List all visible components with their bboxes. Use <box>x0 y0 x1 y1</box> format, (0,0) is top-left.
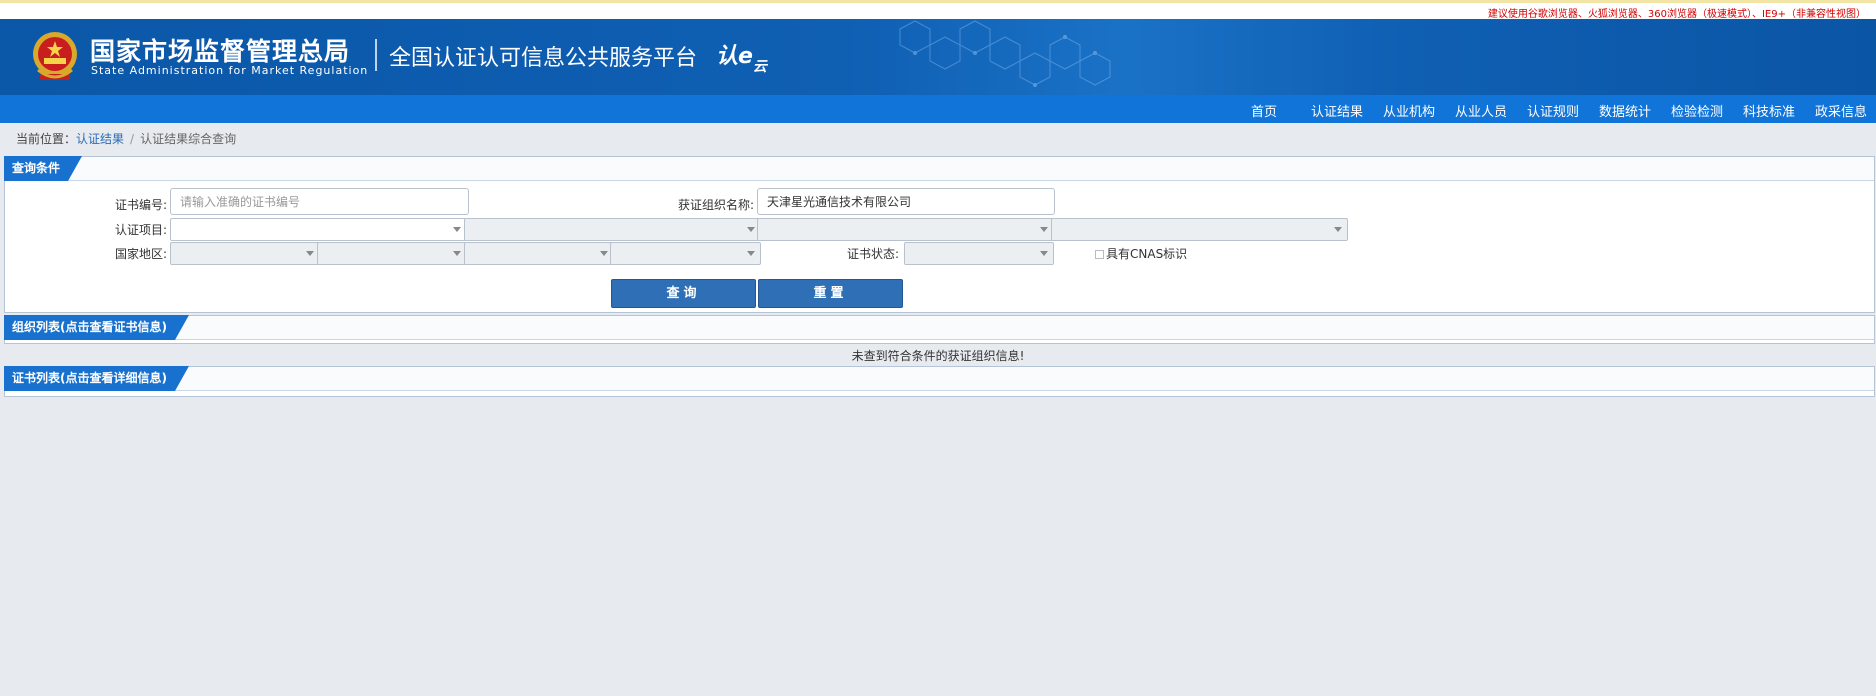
query-panel-header: 查询条件 <box>5 157 1874 181</box>
cnas-label: 具有CNAS标识 <box>1106 247 1188 261</box>
breadcrumb: 当前位置：认证结果 / 认证结果综合查询 <box>16 130 236 147</box>
reset-button[interactable]: 重置 <box>758 279 903 308</box>
platform-name: 全国认证认可信息公共服务平台 <box>389 46 698 71</box>
project-select-4[interactable] <box>1051 218 1348 241</box>
header-banner: 国家市场监督管理总局 State Administration for Mark… <box>0 19 1876 95</box>
top-strip: 建议使用谷歌浏览器、火狐浏览器、360浏览器（极速模式）、IE9+（非兼容性视图… <box>0 0 1876 20</box>
chevron-down-icon <box>453 251 461 256</box>
cert-no-label: 证书编号: <box>115 198 168 212</box>
chevron-down-icon <box>1040 251 1048 256</box>
query-panel: 查询条件 证书编号: 获证组织名称: 认证项目: 国家地区: 证书状态: 具有C… <box>4 156 1875 313</box>
nav-item-statistics[interactable]: 数据统计 <box>1599 101 1651 120</box>
national-emblem-icon <box>33 32 77 80</box>
chevron-down-icon <box>1040 227 1048 232</box>
brand-sub: 云 <box>752 59 767 75</box>
chevron-down-icon <box>1334 227 1342 232</box>
query-panel-title: 查询条件 <box>4 156 82 181</box>
org-list-header: 组织列表(点击查看证书信息) <box>5 316 1874 340</box>
project-label: 认证项目: <box>115 223 168 237</box>
checkbox-box[interactable] <box>1095 250 1104 259</box>
cnas-checkbox[interactable]: 具有CNAS标识 <box>1095 245 1187 262</box>
breadcrumb-link[interactable]: 认证结果 <box>76 132 124 146</box>
org-list-title: 组织列表(点击查看证书信息) <box>4 315 189 340</box>
chevron-down-icon <box>453 227 461 232</box>
brand-logo: 认e云 <box>716 38 767 76</box>
breadcrumb-prefix: 当前位置： <box>16 132 77 146</box>
brand-main: 认e <box>716 44 753 69</box>
cert-list-header: 证书列表(点击查看详细信息) <box>5 367 1874 391</box>
nav-item-inspection[interactable]: 检验检测 <box>1671 101 1723 120</box>
region-select-2[interactable] <box>317 242 467 265</box>
chevron-down-icon <box>747 251 755 256</box>
org-list-panel: 组织列表(点击查看证书信息) <box>4 315 1875 344</box>
project-select-2[interactable] <box>464 218 761 241</box>
chevron-down-icon <box>600 251 608 256</box>
breadcrumb-separator: / <box>130 132 135 146</box>
hexagon-pattern-icon <box>899 20 1111 87</box>
nav-item-standards[interactable]: 科技标准 <box>1743 101 1795 120</box>
chevron-down-icon <box>747 227 755 232</box>
nav-item-personnel[interactable]: 从业人员 <box>1455 101 1507 120</box>
agency-name-en: State Administration for Market Regulati… <box>91 64 369 77</box>
region-label: 国家地区: <box>115 247 168 261</box>
nav-item-procurement[interactable]: 政采信息 <box>1815 101 1867 120</box>
org-name-input[interactable] <box>757 188 1055 215</box>
region-select-3[interactable] <box>464 242 614 265</box>
agency-name: 国家市场监督管理总局 <box>90 37 351 66</box>
header-divider <box>375 39 377 71</box>
status-label: 证书状态: <box>847 247 900 261</box>
breadcrumb-current: 认证结果综合查询 <box>140 132 237 146</box>
cert-list-title: 证书列表(点击查看详细信息) <box>4 366 189 391</box>
region-select-4[interactable] <box>610 242 761 265</box>
org-name-label: 获证组织名称: <box>678 198 755 212</box>
cert-no-input[interactable] <box>170 188 469 215</box>
status-select[interactable] <box>904 242 1054 265</box>
nav-item-cert-results[interactable]: 认证结果 <box>1311 101 1363 120</box>
main-nav: 首页 认证结果 从业机构 从业人员 认证规则 数据统计 检验检测 科技标准 政采… <box>0 95 1876 123</box>
cert-list-panel: 证书列表(点击查看详细信息) <box>4 366 1875 397</box>
search-button[interactable]: 查询 <box>611 279 756 308</box>
nav-item-home[interactable]: 首页 <box>1251 101 1277 120</box>
project-select-3[interactable] <box>757 218 1054 241</box>
browser-notice: 建议使用谷歌浏览器、火狐浏览器、360浏览器（极速模式）、IE9+（非兼容性视图… <box>1487 9 1866 20</box>
region-select-1[interactable] <box>170 242 320 265</box>
project-select-1[interactable] <box>170 218 467 241</box>
chevron-down-icon <box>306 251 314 256</box>
nav-item-rules[interactable]: 认证规则 <box>1527 101 1579 120</box>
org-list-empty-message: 未查到符合条件的获证组织信息! <box>851 349 1025 363</box>
nav-item-institutions[interactable]: 从业机构 <box>1383 101 1435 120</box>
